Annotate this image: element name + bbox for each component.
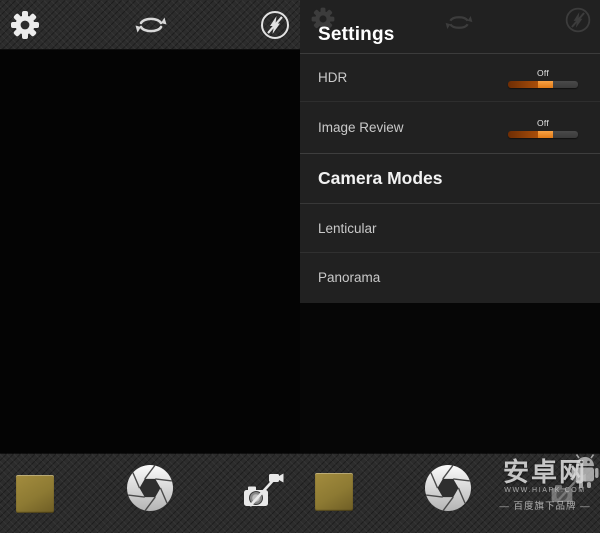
ghost-flash-off-icon <box>564 6 592 34</box>
settings-button[interactable] <box>9 9 41 41</box>
camera-app-screen: Settings HDR Off Image Review Off Camera… <box>0 0 600 533</box>
hdr-toggle-track <box>508 81 578 88</box>
photo-video-switch-icon <box>241 469 285 513</box>
gallery-thumbnail-right[interactable] <box>315 473 353 511</box>
hdr-toggle[interactable]: Off <box>508 68 578 88</box>
panorama-label: Panorama <box>318 270 380 285</box>
settings-panel: Settings HDR Off Image Review Off Camera… <box>300 0 600 303</box>
flash-off-icon <box>259 9 291 41</box>
photo-video-switch-button[interactable] <box>241 469 285 513</box>
ghost-flip-camera-icon <box>444 13 474 32</box>
setting-row-image-review[interactable]: Image Review Off <box>300 102 600 154</box>
flash-toggle-button[interactable] <box>259 9 291 41</box>
shutter-aperture-icon <box>424 464 472 512</box>
shutter-button[interactable] <box>126 464 174 512</box>
flip-camera-icon <box>134 14 168 36</box>
shutter-aperture-icon <box>126 464 174 512</box>
flip-camera-button[interactable] <box>134 14 168 36</box>
shutter-button-right[interactable] <box>424 464 472 512</box>
lenticular-label: Lenticular <box>318 221 377 236</box>
image-review-toggle[interactable]: Off <box>508 118 578 138</box>
image-review-label: Image Review <box>318 120 404 135</box>
ghost-gear-icon <box>310 6 336 32</box>
setting-row-hdr[interactable]: HDR Off <box>300 54 600 102</box>
watermark-tagline: — 百度旗下品牌 — <box>492 498 598 512</box>
top-toolbar <box>0 0 300 50</box>
hdr-toggle-state: Off <box>520 68 566 78</box>
hdr-label: HDR <box>318 70 347 85</box>
watermark: 安卓网 WWW.HIAPK.COM — 百度旗下品牌 — <box>492 455 598 531</box>
gear-icon <box>9 9 41 41</box>
image-review-toggle-state: Off <box>520 118 566 128</box>
image-review-toggle-track <box>508 131 578 138</box>
camera-modes-header: Camera Modes <box>300 154 600 204</box>
mode-item-lenticular[interactable]: Lenticular <box>300 204 600 253</box>
mode-item-panorama[interactable]: Panorama <box>300 253 600 302</box>
viewfinder[interactable] <box>0 50 300 453</box>
android-robot-icon <box>570 453 600 489</box>
gallery-thumbnail[interactable] <box>16 475 54 513</box>
